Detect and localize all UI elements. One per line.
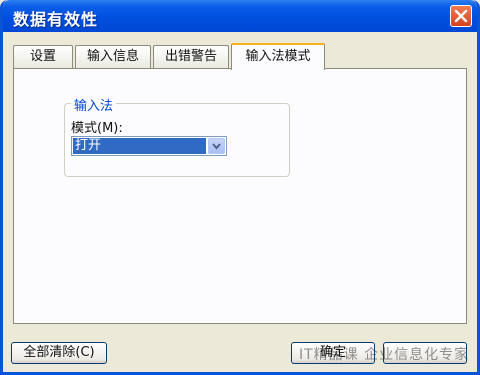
mode-label: 模式(M): (71, 121, 123, 136)
close-button[interactable] (450, 5, 472, 27)
ime-group-title: 输入法 (71, 95, 117, 114)
dropdown-button[interactable] (208, 138, 225, 154)
clear-all-button[interactable]: 全部清除(C) (11, 342, 107, 364)
close-icon (454, 9, 468, 23)
title-bar[interactable]: 数据有效性 (3, 0, 477, 32)
tab-error-alert[interactable]: 出错警告 (153, 45, 229, 69)
ime-group: 输入法 模式(M): 打开 (64, 95, 290, 177)
tab-settings[interactable]: 设置 (13, 45, 73, 69)
mode-select-value: 打开 (73, 138, 206, 154)
watermark-text: IT精品课 企业信息化专家 (299, 347, 470, 363)
tab-ime-mode[interactable]: 输入法模式 (231, 43, 325, 70)
dialog-window: 数据有效性 设置 输入信息 出错警告 输入法模式 输入法 模式(M): 打开 全… (0, 0, 480, 375)
chevron-down-icon (212, 143, 221, 150)
window-title: 数据有效性 (13, 10, 99, 29)
tab-panel: 输入法 模式(M): 打开 (13, 68, 467, 324)
tab-input-message[interactable]: 输入信息 (75, 45, 151, 69)
mode-select[interactable]: 打开 (71, 136, 227, 156)
